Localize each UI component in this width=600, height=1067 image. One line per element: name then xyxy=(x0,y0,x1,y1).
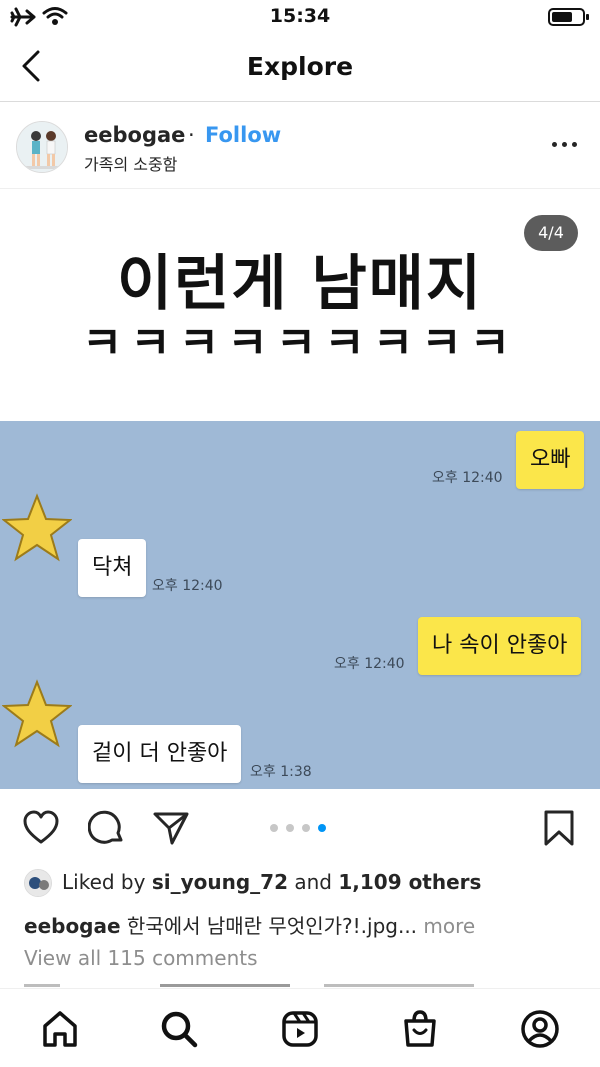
likes-count[interactable]: 1,109 others xyxy=(338,870,481,894)
nav-bar: Explore xyxy=(0,34,600,102)
image-subline: ㅋㅋㅋㅋㅋㅋㅋㅋㅋ xyxy=(81,318,519,369)
profile-icon[interactable] xyxy=(520,1009,560,1049)
more-options-icon[interactable] xyxy=(552,142,578,152)
share-icon[interactable] xyxy=(152,809,190,847)
heart-icon[interactable] xyxy=(22,809,60,847)
pager-dot-active xyxy=(318,824,326,832)
avatar-illustration xyxy=(17,122,67,172)
status-time: 15:34 xyxy=(269,5,331,27)
chat-time: 오후 12:40 xyxy=(334,656,405,672)
image-counter: 4/4 xyxy=(524,215,578,251)
star-avatar-icon xyxy=(2,679,72,748)
post-image[interactable]: 이런게 남매지 ㅋㅋㅋㅋㅋㅋㅋㅋㅋ 4/4 오빠 오후 12:40 닥쳐 오후 … xyxy=(0,189,600,789)
pager-dot xyxy=(270,824,278,832)
status-bar: 15:34 xyxy=(0,0,600,34)
battery-icon xyxy=(548,8,589,26)
post-caption: eebogae 한국에서 남매란 무엇인가?!.jpg... more xyxy=(24,910,475,939)
chat-time: 오후 12:40 xyxy=(432,470,503,486)
chat-bubble: 닥쳐 xyxy=(78,539,147,597)
separator-dot: · xyxy=(188,123,195,147)
carousel-pager xyxy=(270,824,330,834)
chat-bubble: 겉이 더 안좋아 xyxy=(78,725,242,783)
likes-prefix: Liked by xyxy=(62,870,152,894)
search-icon[interactable] xyxy=(159,1009,199,1049)
follow-button[interactable]: Follow xyxy=(205,123,281,147)
likes-middle: and xyxy=(288,870,339,894)
liker-avatar-graphic xyxy=(25,870,51,896)
star-avatar-icon xyxy=(2,493,72,562)
home-icon[interactable] xyxy=(40,1009,80,1049)
comment-icon[interactable] xyxy=(88,809,126,847)
reels-icon[interactable] xyxy=(280,1009,320,1049)
bookmark-icon[interactable] xyxy=(540,809,578,847)
post-actions xyxy=(0,789,600,865)
page-title: Explore xyxy=(246,52,354,81)
chat-time: 오후 1:38 xyxy=(250,764,312,780)
post-subtitle: 가족의 소중함 xyxy=(84,155,178,174)
chat-bubble: 오빠 xyxy=(516,431,585,489)
caption-username[interactable]: eebogae xyxy=(24,914,121,938)
liker-avatar[interactable] xyxy=(24,869,52,897)
view-comments-link[interactable]: View all 115 comments xyxy=(24,946,258,970)
pager-dot xyxy=(302,824,310,832)
likes-text[interactable]: Liked by si_young_72 and 1,109 others xyxy=(62,870,481,894)
avatar[interactable] xyxy=(16,121,68,173)
shop-icon[interactable] xyxy=(400,1009,440,1049)
post-username[interactable]: eebogae xyxy=(84,123,185,147)
chat-screenshot: 오빠 오후 12:40 닥쳐 오후 12:40 나 속이 안좋아 오후 12:4… xyxy=(0,421,600,789)
bottom-tab-bar xyxy=(0,988,600,1067)
chat-bubble: 나 속이 안좋아 xyxy=(418,617,582,675)
post-header: eebogae · Follow 가족의 소중함 xyxy=(0,102,600,189)
liker-username[interactable]: si_young_72 xyxy=(152,870,288,894)
likes-row: Liked by si_young_72 and 1,109 others xyxy=(24,869,584,899)
chat-time: 오후 12:40 xyxy=(152,578,223,594)
pager-dot xyxy=(286,824,294,832)
caption-text: 한국에서 남매란 무엇인가?!.jpg... xyxy=(120,914,418,938)
caption-more-link[interactable]: more xyxy=(417,914,475,938)
